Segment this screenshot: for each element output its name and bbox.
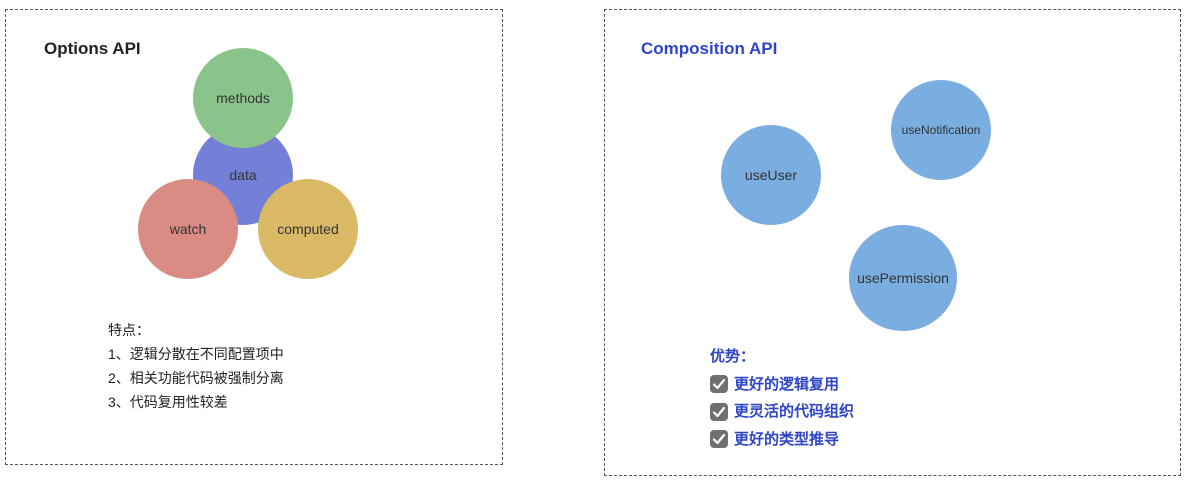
characteristic-item: 2、相关功能代码被强制分离 — [108, 370, 284, 386]
composition-api-title: Composition API — [641, 39, 778, 58]
advantages-list: 优势： 更好的逻辑复用 更灵活的代码组织 更好的类型推导 — [710, 343, 854, 453]
check-box-icon — [710, 375, 728, 394]
characteristic-item: 1、逻辑分散在不同配置项中 — [108, 346, 284, 362]
advantage-item: 更好的类型推导 — [710, 426, 854, 454]
watch-label: watch — [169, 221, 207, 237]
computed-label: computed — [277, 221, 339, 237]
advantage-item: 更好的逻辑复用 — [710, 371, 854, 399]
advantage-item: 更灵活的代码组织 — [710, 398, 854, 426]
check-box-icon — [710, 430, 728, 449]
use-notification-label: useNotification — [901, 123, 981, 137]
use-user-label: useUser — [744, 167, 798, 183]
characteristics-notes: 特点： 1、逻辑分散在不同配置项中 2、相关功能代码被强制分离 3、代码复用性较… — [108, 318, 284, 414]
methods-label: methods — [216, 90, 270, 106]
use-permission-circle: usePermission — [849, 225, 957, 331]
characteristic-item: 3、代码复用性较差 — [108, 394, 228, 410]
advantage-label: 更好的类型推导 — [734, 430, 840, 448]
use-permission-label: usePermission — [857, 270, 949, 286]
characteristics-heading: 特点： — [108, 322, 150, 338]
methods-circle: methods — [193, 48, 293, 148]
check-box-icon — [710, 402, 728, 421]
watch-circle: watch — [138, 179, 238, 279]
use-user-circle: useUser — [721, 125, 821, 225]
advantages-heading: 优势： — [710, 348, 756, 365]
options-api-title: Options API — [44, 39, 141, 58]
data-label: data — [229, 167, 257, 183]
computed-circle: computed — [258, 179, 358, 279]
advantage-label: 更灵活的代码组织 — [734, 403, 855, 420]
advantage-label: 更好的逻辑复用 — [734, 375, 840, 393]
use-notification-circle: useNotification — [891, 80, 991, 180]
